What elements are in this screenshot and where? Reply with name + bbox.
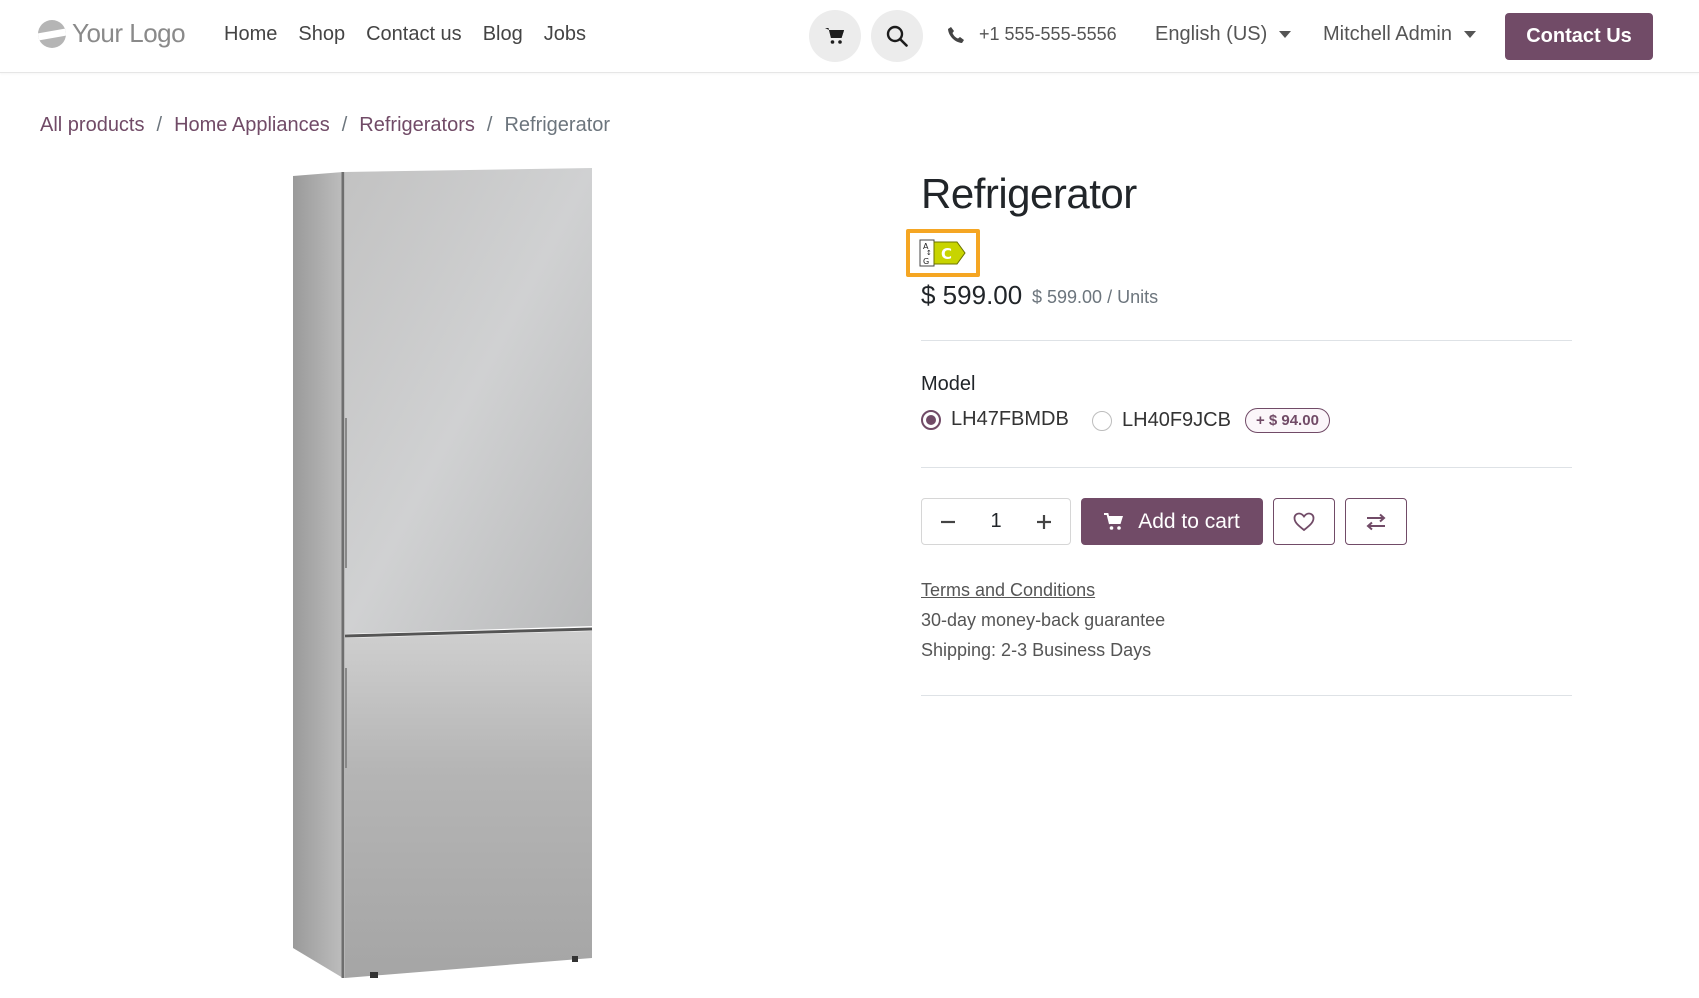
variant-label: LH47FBMDB (951, 408, 1069, 430)
cart-icon (1104, 512, 1124, 530)
energy-label[interactable]: A ↕ G C (906, 229, 980, 277)
variant-option-lh47fbmdb[interactable]: LH47FBMDB (921, 408, 1069, 431)
product-image[interactable] (290, 168, 600, 978)
variant-radio[interactable] (1092, 410, 1112, 431)
product-title: Refrigerator (921, 170, 1137, 217)
product-price: $ 599.00 (921, 280, 1023, 310)
add-to-wishlist-button[interactable] (1273, 498, 1335, 545)
phone-icon (948, 26, 964, 43)
refrigerator-image (293, 168, 593, 978)
site-header: Your Logo Home Shop Contact us Blog Jobs… (0, 0, 1699, 73)
cart-button[interactable] (809, 10, 861, 62)
terms-link[interactable]: Terms and Conditions (921, 580, 1095, 601)
price-extra-badge: + $ 94.00 (1244, 408, 1330, 433)
shipping-text: Shipping: 2-3 Business Days (921, 640, 1152, 660)
divider (921, 695, 1572, 696)
language-dropdown[interactable]: English (US) (1155, 23, 1292, 46)
nav-contact-us[interactable]: Contact us (366, 23, 462, 46)
breadcrumb-separator: / (341, 114, 348, 136)
chevron-down-icon (1279, 31, 1292, 38)
compare-icon (1366, 513, 1386, 530)
breadcrumb-home-appliances[interactable]: Home Appliances (174, 114, 330, 137)
contact-us-button[interactable]: Contact Us (1505, 13, 1653, 60)
language-label: English (US) (1155, 23, 1268, 45)
svg-text:↕: ↕ (926, 249, 932, 257)
guarantee-text: 30-day money-back guarantee (921, 610, 1166, 630)
compare-button[interactable] (1345, 498, 1407, 545)
energy-class: C (941, 245, 952, 263)
breadcrumb-refrigerators[interactable]: Refrigerators (359, 114, 475, 137)
decrease-quantity-button[interactable] (936, 510, 960, 534)
quantity-stepper: 1 (921, 498, 1071, 545)
variant-option-lh40f9jcb[interactable]: LH40F9JCB + $ 94.00 (1092, 408, 1330, 433)
phone-link[interactable]: +1 555-555-5556 (947, 24, 1117, 45)
add-to-cart-label: Add to cart (1138, 509, 1240, 533)
user-name: Mitchell Admin (1323, 23, 1452, 45)
breadcrumb: All products / Home Appliances / Refrige… (40, 114, 610, 137)
nav-blog[interactable]: Blog (483, 23, 523, 46)
chevron-down-icon (1463, 31, 1476, 38)
add-to-cart-button[interactable]: Add to cart (1081, 498, 1263, 545)
logo-text: Your Logo (72, 18, 186, 48)
logo-icon (38, 19, 66, 48)
nav-jobs[interactable]: Jobs (544, 23, 586, 46)
nav-shop[interactable]: Shop (298, 23, 345, 46)
phone-number: +1 555-555-5556 (979, 24, 1117, 44)
minus-icon (941, 520, 955, 523)
quantity-input[interactable]: 1 (990, 510, 1001, 533)
search-icon (886, 25, 908, 47)
main-nav: Home Shop Contact us Blog Jobs (224, 23, 586, 46)
nav-home[interactable]: Home (224, 23, 277, 46)
breadcrumb-separator: / (156, 114, 163, 136)
divider (921, 340, 1572, 341)
site-logo[interactable]: Your Logo (38, 18, 186, 49)
variant-label: LH40F9JCB (1122, 409, 1231, 431)
heart-icon (1293, 512, 1315, 531)
breadcrumb-current: Refrigerator (504, 114, 611, 136)
energy-scale-bottom: G (923, 257, 929, 266)
breadcrumb-all-products[interactable]: All products (40, 114, 145, 137)
breadcrumb-separator: / (486, 114, 493, 136)
divider (921, 467, 1572, 468)
user-dropdown[interactable]: Mitchell Admin (1323, 23, 1476, 46)
cart-icon (825, 28, 844, 44)
energy-label-icon: A ↕ G C (919, 239, 966, 267)
search-button[interactable] (871, 10, 923, 62)
variant-radio[interactable] (921, 409, 941, 430)
attribute-label: Model (921, 373, 976, 395)
increase-quantity-button[interactable] (1032, 510, 1056, 534)
unit-price: $ 599.00 / Units (1032, 287, 1159, 307)
plus-icon (1037, 514, 1051, 529)
